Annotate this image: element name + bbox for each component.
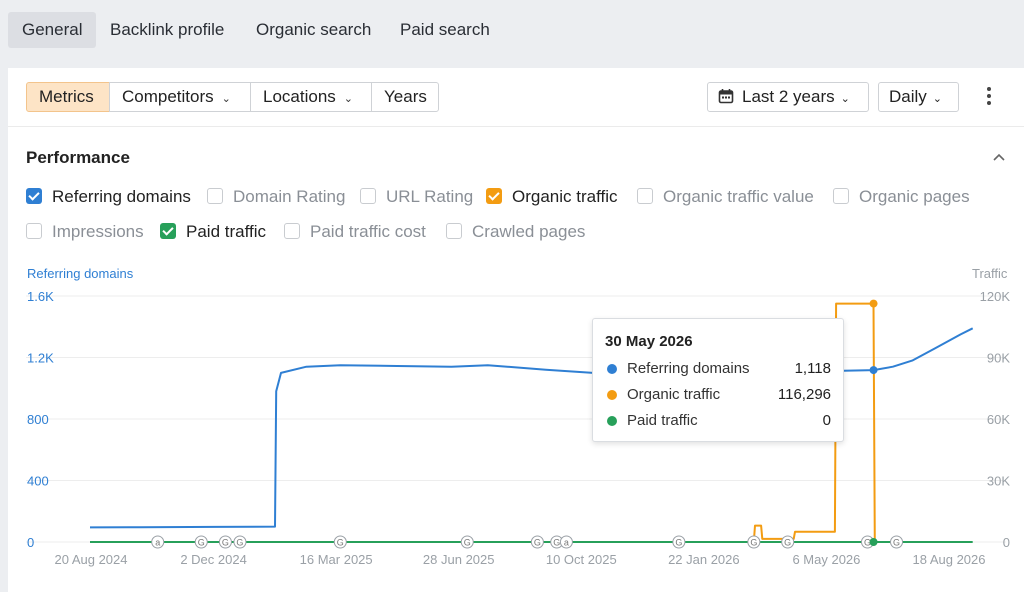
annotation-marker-label: G — [464, 538, 471, 548]
right-tick-label: 0 — [1003, 535, 1010, 550]
x-tick-label: 16 Mar 2025 — [300, 552, 373, 567]
annotation-marker-label: G — [236, 538, 243, 548]
report-tabs: General Backlink profile Organic search … — [0, 0, 1024, 60]
annotation-marker-label: a — [564, 538, 569, 548]
right-tick-label: 90K — [987, 351, 1010, 366]
hover-point-referring-domains — [869, 366, 878, 375]
annotation-marker-label: a — [155, 538, 160, 548]
tooltip-row-referring-domains: Referring domains 1,118 — [605, 359, 831, 379]
left-tick-label: 400 — [27, 474, 49, 489]
tooltip-series-value: 116,296 — [777, 386, 831, 403]
left-tick-label: 800 — [27, 412, 49, 427]
series-dot-icon — [607, 416, 617, 426]
annotation-marker-label: G — [750, 538, 757, 548]
x-tick-label: 2 Dec 2024 — [180, 552, 247, 567]
annotation-marker-label: G — [198, 538, 205, 548]
performance-card: Metrics Competitors ⌄ Locations ⌄ Years La… — [8, 68, 1024, 592]
annotation-marker-label: G — [675, 538, 682, 548]
tooltip-date: 30 May 2026 — [605, 333, 693, 350]
x-tick-label: 18 Aug 2026 — [912, 552, 985, 567]
tooltip-series-name: Paid traffic — [627, 412, 698, 429]
tab-paid-search[interactable]: Paid search — [386, 12, 504, 48]
left-tick-label: 1.6K — [27, 289, 54, 304]
x-tick-label: 22 Jan 2026 — [668, 552, 740, 567]
x-tick-label: 20 Aug 2024 — [54, 552, 127, 567]
tooltip-row-paid-traffic: Paid traffic 0 — [605, 411, 831, 431]
left-tick-label: 0 — [27, 535, 34, 550]
hover-point-organic-traffic — [869, 299, 878, 308]
annotation-marker-label: G — [337, 538, 344, 548]
tab-general[interactable]: General — [8, 12, 97, 48]
series-dot-icon — [607, 390, 617, 400]
right-tick-label: 120K — [980, 289, 1011, 304]
tooltip-series-name: Organic traffic — [627, 386, 721, 403]
tab-organic-search[interactable]: Organic search — [242, 12, 385, 48]
x-tick-label: 28 Jun 2025 — [423, 552, 495, 567]
tooltip-row-organic-traffic: Organic traffic 116,296 — [605, 385, 831, 405]
series-dot-icon — [607, 364, 617, 374]
tooltip-series-value: 0 — [822, 412, 831, 429]
annotation-marker-label: G — [784, 538, 791, 548]
chart-tooltip: 30 May 2026 Referring domains 1,118 Orga… — [592, 318, 844, 442]
right-tick-label: 60K — [987, 412, 1010, 427]
performance-chart[interactable]: 0 400 800 1.2K 1.6K 0 30K 60K 90K 120K 20 Aug 2024… — [8, 68, 1024, 592]
tooltip-series-name: Referring domains — [627, 360, 750, 377]
annotation-marker-label: G — [222, 538, 229, 548]
annotation-marker-label: G — [553, 538, 560, 548]
annotation-marker-label: G — [534, 538, 541, 548]
right-tick-label: 30K — [987, 474, 1010, 489]
tooltip-series-value: 1,118 — [794, 360, 831, 377]
annotation-marker-label: G — [893, 538, 900, 548]
left-tick-label: 1.2K — [27, 351, 54, 366]
hover-point-paid-traffic — [869, 538, 878, 546]
tab-backlink-profile[interactable]: Backlink profile — [96, 12, 238, 48]
x-tick-label: 10 Oct 2025 — [546, 552, 617, 567]
x-tick-label: 6 May 2026 — [792, 552, 860, 567]
